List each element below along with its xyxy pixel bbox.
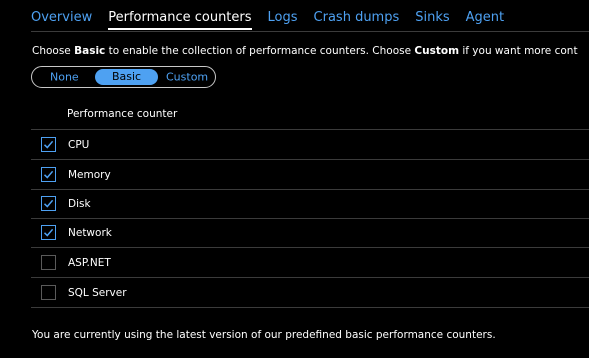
tab-crash-dumps[interactable]: Crash dumps (314, 0, 400, 24)
tab-performance-counters[interactable]: Performance counters (108, 0, 252, 30)
custom-emphasis: Custom (414, 45, 460, 57)
memory-checkbox[interactable] (41, 167, 56, 182)
table-row: CPU (31, 130, 589, 159)
tab-sinks[interactable]: Sinks (415, 0, 449, 24)
checkmark-icon (43, 140, 54, 149)
table-row: Memory (31, 160, 589, 189)
checkmark-icon (43, 170, 54, 179)
disk-checkbox[interactable] (41, 196, 56, 211)
table-row: Disk (31, 189, 589, 218)
tab-logs[interactable]: Logs (268, 0, 298, 24)
description-text: Choose Basic to enable the collection of… (32, 45, 578, 57)
table-row: Network (31, 218, 589, 247)
basic-emphasis: Basic (74, 45, 106, 57)
performance-counter-column-header: Performance counter (67, 108, 178, 120)
network-label: Network (68, 226, 112, 239)
tab-bar: Overview Performance counters Logs Crash… (31, 0, 520, 33)
disk-label: Disk (68, 197, 91, 210)
sql-server-checkbox[interactable] (41, 285, 56, 300)
table-row: SQL Server (31, 278, 589, 307)
network-checkbox[interactable] (41, 225, 56, 240)
checkmark-icon (43, 228, 54, 237)
cpu-label: CPU (68, 138, 90, 151)
mode-basic-option[interactable]: Basic (95, 69, 158, 85)
tab-overview[interactable]: Overview (31, 0, 92, 24)
version-note: You are currently using the latest versi… (32, 329, 496, 341)
cpu-checkbox[interactable] (41, 137, 56, 152)
aspnet-label: ASP.NET (68, 256, 111, 269)
aspnet-checkbox[interactable] (41, 255, 56, 270)
mode-custom-option[interactable]: Custom (166, 71, 208, 84)
checkmark-icon (43, 199, 54, 208)
table-row: ASP.NET (31, 248, 589, 277)
mode-none-option[interactable]: None (50, 71, 79, 84)
table-divider (31, 307, 589, 308)
tabs-divider (31, 31, 589, 32)
collection-mode-toggle: None Basic Custom (31, 66, 216, 88)
sql-server-label: SQL Server (68, 286, 127, 299)
tab-agent[interactable]: Agent (466, 0, 504, 24)
memory-label: Memory (68, 168, 111, 181)
